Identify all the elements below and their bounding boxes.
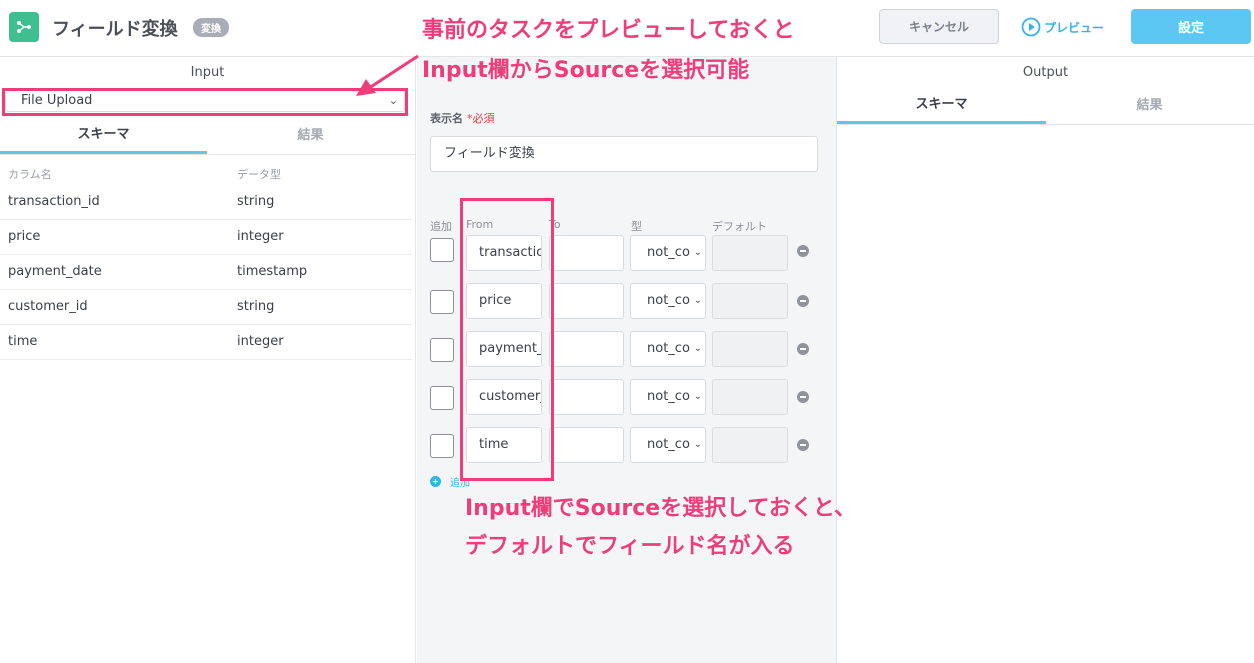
type-select-value: not_co — [647, 389, 690, 404]
column-name: price — [8, 229, 41, 244]
column-type: string — [237, 194, 275, 209]
annotation-top-line1: 事前のタスクをプレビューしておくと — [422, 18, 795, 43]
field-transform-app-icon — [9, 12, 39, 42]
column-type: integer — [237, 334, 284, 349]
table-row: transaction_id string — [0, 184, 412, 220]
chevron-down-icon: ⌄ — [693, 247, 702, 258]
output-panel-title: Output — [1022, 65, 1069, 80]
chevron-down-icon: ⌄ — [693, 343, 702, 354]
add-checkbox[interactable] — [430, 386, 454, 410]
default-input[interactable] — [712, 283, 788, 319]
default-input[interactable] — [712, 427, 788, 463]
column-header-add: 追加 — [430, 220, 452, 233]
chevron-down-icon: ⌄ — [693, 439, 702, 450]
remove-row-icon[interactable] — [797, 391, 809, 403]
to-input[interactable] — [549, 283, 624, 319]
required-mark: *必須 — [467, 112, 495, 125]
column-header-type: 型 — [631, 220, 642, 233]
tab-results[interactable]: 結果 — [1046, 84, 1253, 122]
annotation-bottom-line1: Input欄でSourceを選択しておくと、 — [465, 496, 857, 521]
default-input[interactable] — [712, 235, 788, 271]
add-checkbox[interactable] — [430, 290, 454, 314]
add-checkbox[interactable] — [430, 238, 454, 262]
column-name: transaction_id — [8, 194, 100, 209]
remove-row-icon[interactable] — [797, 439, 809, 451]
type-select[interactable]: not_co ⌄ — [630, 331, 706, 367]
remove-row-icon[interactable] — [797, 245, 809, 257]
remove-row-icon[interactable] — [797, 343, 809, 355]
output-tabs: スキーマ 結果 — [837, 84, 1254, 125]
input-tabs: スキーマ 結果 — [0, 114, 415, 155]
default-input[interactable] — [712, 379, 788, 415]
play-circle-icon — [1021, 17, 1041, 37]
to-input[interactable] — [549, 331, 624, 367]
type-select-value: not_co — [647, 245, 690, 260]
display-name-input[interactable]: フィールド変換 — [430, 136, 818, 172]
column-name: time — [8, 334, 38, 349]
type-select[interactable]: not_co ⌄ — [630, 379, 706, 415]
column-header-name: カラム名 — [8, 168, 52, 181]
source-highlight-box — [2, 88, 408, 116]
preview-label: プレビュー — [1044, 20, 1105, 35]
annotation-bottom-line2: デフォルトでフィールド名が入る — [465, 534, 795, 559]
output-panel: Output スキーマ 結果 — [836, 56, 1254, 663]
annotation-arrow-icon — [356, 54, 419, 96]
cancel-button[interactable]: キャンセル — [879, 9, 999, 44]
plus-circle-icon — [430, 476, 441, 487]
column-type: timestamp — [237, 264, 308, 279]
remove-row-icon[interactable] — [797, 295, 809, 307]
to-input[interactable] — [549, 427, 624, 463]
table-row: price integer — [0, 219, 412, 255]
type-select-value: not_co — [647, 341, 690, 356]
type-select[interactable]: not_co ⌄ — [630, 283, 706, 319]
column-header-default: デフォルト — [712, 220, 767, 233]
tab-results[interactable]: 結果 — [207, 114, 414, 152]
table-row: customer_id string — [0, 289, 412, 325]
table-row: payment_date timestamp — [0, 254, 412, 290]
column-type: string — [237, 299, 275, 314]
display-name-label: 表示名 *必須 — [430, 110, 495, 126]
preview-button[interactable]: プレビュー — [1021, 15, 1104, 39]
input-panel: Input File Upload ⌄ スキーマ 結果 カラム名 データ型 tr… — [0, 56, 416, 663]
display-name-label-text: 表示名 — [430, 112, 463, 125]
column-header-type: データ型 — [237, 168, 281, 181]
type-badge: 変換 — [193, 18, 229, 37]
default-input[interactable] — [712, 331, 788, 367]
page-title: フィールド変換 — [52, 19, 178, 40]
add-checkbox[interactable] — [430, 434, 454, 458]
add-checkbox[interactable] — [430, 338, 454, 362]
type-select[interactable]: not_co ⌄ — [630, 235, 706, 271]
type-select-value: not_co — [647, 293, 690, 308]
to-input[interactable] — [549, 379, 624, 415]
tab-schema[interactable]: スキーマ — [0, 114, 207, 154]
column-name: payment_date — [8, 264, 102, 279]
table-row: time integer — [0, 324, 412, 360]
type-select[interactable]: not_co ⌄ — [630, 427, 706, 463]
settings-button[interactable]: 設定 — [1131, 9, 1251, 44]
tab-schema[interactable]: スキーマ — [837, 84, 1046, 124]
column-name: customer_id — [8, 299, 88, 314]
column-type: integer — [237, 229, 284, 244]
chevron-down-icon: ⌄ — [693, 295, 702, 306]
chevron-down-icon: ⌄ — [693, 391, 702, 402]
type-select-value: not_co — [647, 437, 690, 452]
annotation-top-line2: Input欄からSourceを選択可能 — [422, 58, 750, 83]
from-column-highlight-box — [460, 198, 554, 481]
to-input[interactable] — [549, 235, 624, 271]
